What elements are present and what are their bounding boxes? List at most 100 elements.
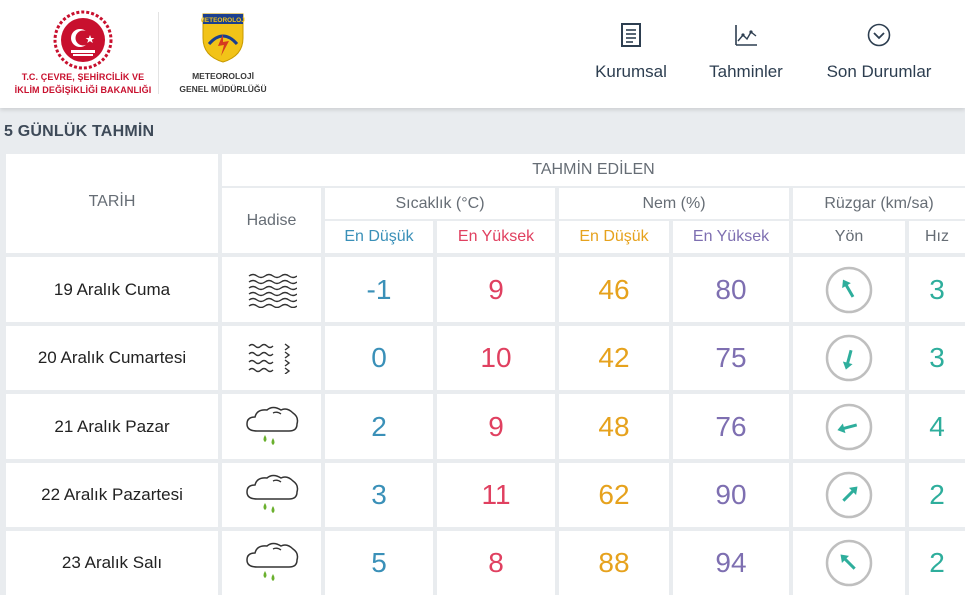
row2-temp-min: 0 [325,326,433,390]
mgm-badge-text: METEOROLOJİ [201,16,245,24]
row1-temp-min: -1 [325,257,433,322]
row2-hum-max-value: 75 [715,342,747,373]
row5-date: 23 Aralık Salı [6,531,218,595]
mgm-logo[interactable]: METEOROLOJİ METEOROLOJİ GENEL MÜDÜRLÜĞÜ [168,12,278,102]
header-wind-label: Rüzgar (km/sa) [824,194,934,212]
row1-wind-speed-value: 3 [929,273,945,305]
ministry-emblem-icon [53,10,113,70]
header-temperature-label: Sıcaklık (°C) [395,194,485,212]
row2-wind-speed: 3 [909,326,965,390]
row5-wind-speed-value: 2 [929,547,945,578]
row3-wind-dir [793,394,905,459]
row1-wind-speed: 3 [909,257,965,322]
header-forecast: TAHMİN EDİLEN [222,154,965,186]
row4-date-text: 22 Aralık Pazartesi [41,485,183,504]
row5-hum-max-value: 94 [715,547,747,578]
wind-direction-icon [825,266,873,313]
row2-hum-min-value: 42 [598,342,630,373]
row3-temp-min-value: 2 [371,410,387,442]
header-hum-min: En Düşük [559,221,669,253]
row1-date: 19 Aralık Cuma [6,257,218,322]
row5-temp-max: 8 [437,531,555,595]
row3-wind-speed: 4 [909,394,965,459]
header-hum-max: En Yüksek [673,221,789,253]
wind-direction-icon [825,539,873,587]
row4-event [222,463,321,527]
row5-event [222,531,321,595]
row2-hum-min: 42 [559,326,669,390]
row5-temp-min-value: 5 [371,547,387,578]
header-date-label: TARİH [88,192,136,210]
header-date: TARİH [6,154,218,253]
header-wind-dir-label: Yön [834,228,864,245]
header-hum-min-label: En Düşük [579,228,649,245]
chevron-circle-icon [867,23,891,47]
row1-date-text: 19 Aralık Cuma [53,279,171,299]
ministry-name-line1: T.C. ÇEVRE, ŞEHİRCİLİK VE [21,72,145,82]
row4-temp-max: 11 [437,463,555,527]
nav-son-durumlar[interactable]: Son Durumlar [818,20,940,90]
nav-son-durumlar-label: Son Durumlar [826,62,932,81]
row5-temp-min: 5 [325,531,433,595]
mgm-name-line2: GENEL MÜDÜRLÜĞÜ [179,84,267,94]
row3-temp-max: 9 [437,394,555,459]
row2-temp-min-value: 0 [371,342,387,373]
row3-temp-max-value: 9 [488,410,504,442]
row5-hum-min: 88 [559,531,669,595]
header-wind: Rüzgar (km/sa) [793,188,965,219]
row4-hum-min: 62 [559,463,669,527]
document-icon [621,23,641,47]
wind-direction-icon [825,471,873,519]
row4-hum-max-value: 90 [715,479,747,510]
mgm-name-line1: METEOROLOJİ [192,71,254,81]
rain-cloud-icon [245,406,298,445]
row2-hum-max: 75 [673,326,789,390]
ministry-name-line2: İKLİM DEĞİŞİKLİĞİ BAKANLIĞI [14,85,152,95]
header-event: Hadise [222,188,321,253]
page-title: 5 GÜNLÜK TAHMİN [4,123,155,140]
row1-temp-max-value: 9 [488,273,504,305]
header-humidity-label: Nem (%) [642,194,706,212]
header-temp-max-label: En Yüksek [457,228,535,245]
row3-hum-min: 48 [559,394,669,459]
row4-date: 22 Aralık Pazartesi [6,463,218,527]
nav-kurumsal[interactable]: Kurumsal [588,20,674,90]
row3-date-text: 21 Aralık Pazar [54,416,170,436]
row1-hum-min-value: 46 [598,273,630,305]
row1-hum-min: 46 [559,257,669,322]
logo-divider [158,12,159,94]
row2-temp-max-value: 10 [480,342,512,373]
chart-icon [735,25,757,46]
header-temp-min: En Düşük [325,221,433,253]
header-wind-speed-label: Hız [925,228,949,245]
header-wind-speed: Hız [909,221,965,253]
row3-hum-max: 76 [673,394,789,459]
row5-wind-speed: 2 [909,531,965,595]
nav-tahminler[interactable]: Tahminler [700,20,792,90]
header-humidity: Nem (%) [559,188,789,219]
row4-wind-speed-value: 2 [929,479,945,510]
nav-kurumsal-label: Kurumsal [595,62,667,81]
row1-hum-max: 80 [673,257,789,322]
header-event-label: Hadise [246,211,297,229]
row1-wind-dir [793,257,905,322]
row5-hum-max: 94 [673,531,789,595]
row2-wind-speed-value: 3 [929,342,945,373]
rain-cloud-icon [245,542,298,581]
header-wind-dir: Yön [793,221,905,253]
mgm-shield-icon: METEOROLOJİ [199,13,247,63]
row3-wind-speed-value: 4 [929,410,945,442]
header-temp-min-label: En Düşük [344,228,414,245]
nav-tahminler-label: Tahminler [709,62,783,81]
ministry-logo[interactable]: T.C. ÇEVRE, ŞEHİRCİLİK VE İKLİM DEĞİŞİKL… [8,10,158,102]
row3-hum-min-value: 48 [598,410,630,442]
row2-date: 20 Aralık Cumartesi [6,326,218,390]
header-temp-max: En Yüksek [437,221,555,253]
row5-hum-min-value: 88 [598,547,630,578]
fog-icon [248,273,297,308]
row1-event [222,257,321,322]
header-temperature: Sıcaklık (°C) [325,188,555,219]
row3-temp-min: 2 [325,394,433,459]
row4-temp-min-value: 3 [371,479,387,510]
row3-event [222,394,321,459]
